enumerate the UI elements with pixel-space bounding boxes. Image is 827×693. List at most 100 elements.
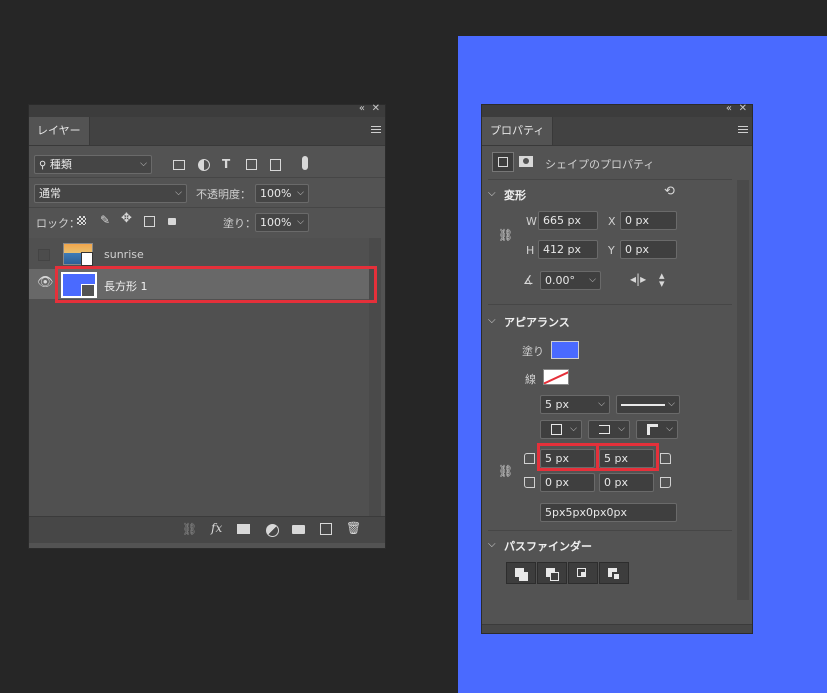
eye-icon[interactable]: 👁 xyxy=(37,276,54,289)
chevron-down-icon: ⌵ xyxy=(618,424,625,434)
tab-bar: レイヤー xyxy=(29,117,385,146)
mask-icon[interactable] xyxy=(237,524,250,534)
subtract-front-button[interactable] xyxy=(537,562,567,584)
corner-bottom-right-value: 0 px xyxy=(604,476,628,489)
link-icon[interactable]: ⛓ xyxy=(182,523,197,535)
filter-kind-select[interactable]: ⚲ 種類 ⌵ xyxy=(34,155,152,174)
stroke-cap-select[interactable]: ⌵ xyxy=(588,420,630,439)
chevron-down-icon[interactable]: ⌵ xyxy=(488,539,496,551)
opacity-label: 不透明度： xyxy=(196,188,251,201)
opacity-value: 100% xyxy=(260,187,292,200)
fill-color-swatch[interactable] xyxy=(551,341,579,359)
filter-pixel-icon[interactable] xyxy=(173,160,185,170)
chevron-down-icon: ⌵ xyxy=(140,159,147,169)
pathfinder-section-title[interactable]: パスファインダー xyxy=(504,538,592,554)
opacity-field[interactable]: 100% ⌵ xyxy=(255,184,309,203)
chevron-down-icon: ⌵ xyxy=(570,424,577,434)
highlight-box xyxy=(537,443,599,471)
fill-label: 塗り xyxy=(522,345,544,358)
panel-resize-grip[interactable] xyxy=(482,624,752,633)
angle-value: 0.00° xyxy=(545,274,575,287)
stroke-color-swatch[interactable] xyxy=(543,369,569,385)
stroke-corner-select[interactable]: ⌵ xyxy=(636,420,678,439)
filter-type-icon[interactable]: T xyxy=(222,158,230,170)
corner-bottom-right-field[interactable]: 0 px xyxy=(599,473,654,492)
mask-properties-icon[interactable] xyxy=(519,156,533,167)
new-layer-icon[interactable] xyxy=(320,523,332,535)
appearance-section-title[interactable]: アピアランス xyxy=(504,314,570,330)
adjustment-layer-icon[interactable] xyxy=(266,524,279,537)
chevron-down-icon[interactable]: ⌵ xyxy=(488,188,496,200)
chevron-down-icon: ⌵ xyxy=(297,217,304,227)
tab-properties[interactable]: プロパティ xyxy=(482,117,554,145)
link-corners-icon[interactable]: ⛓ xyxy=(498,465,513,477)
x-field[interactable]: 0 px xyxy=(620,211,677,230)
fx-icon[interactable]: fx xyxy=(211,522,222,534)
shape-properties-button[interactable] xyxy=(492,152,514,172)
corner-summary-value: 5px5px0px0px xyxy=(545,506,627,519)
tab-layers[interactable]: レイヤー xyxy=(29,117,90,145)
width-field[interactable]: 665 px xyxy=(538,211,598,230)
close-icon[interactable]: ✕ xyxy=(372,103,380,114)
highlight-box xyxy=(596,443,659,471)
lock-all-icon[interactable] xyxy=(168,218,176,225)
stroke-align-select[interactable]: ⌵ xyxy=(540,420,582,439)
x-label: X xyxy=(608,215,616,228)
intersect-shapes-button[interactable] xyxy=(568,562,598,584)
lock-transparent-icon[interactable] xyxy=(77,216,86,225)
panel-menu-icon[interactable] xyxy=(738,126,748,135)
angle-field[interactable]: 0.00° ⌵ xyxy=(540,271,601,290)
layers-panel: « ✕ レイヤー ⚲ 種類 ⌵ T 通常 ⌵ 不透明度： 100% ⌵ ロック：… xyxy=(28,103,386,549)
tab-bar: プロパティ xyxy=(482,117,752,146)
y-field[interactable]: 0 px xyxy=(620,240,677,259)
exclude-overlap-button[interactable] xyxy=(599,562,629,584)
solid-line-icon xyxy=(621,404,665,406)
y-value: 0 px xyxy=(625,243,649,256)
trash-icon[interactable]: 🗑 xyxy=(346,522,361,534)
lock-brush-icon[interactable]: ✎ xyxy=(100,214,110,226)
layers-bottom-toolbar: ⛓ fx 🗑 xyxy=(29,516,385,543)
panel-header-bar: « ✕ xyxy=(29,103,385,117)
corner-bottom-left-field[interactable]: 0 px xyxy=(540,473,595,492)
height-label: H xyxy=(526,244,535,257)
filter-toggle-icon[interactable] xyxy=(302,156,308,170)
width-value: 665 px xyxy=(543,214,581,227)
properties-scrollbar[interactable] xyxy=(737,180,749,600)
chevron-down-icon: ⌵ xyxy=(589,275,596,285)
stroke-type-select[interactable]: ⌵ xyxy=(616,395,680,414)
close-icon[interactable]: ✕ xyxy=(739,103,747,114)
blend-mode-value: 通常 xyxy=(39,187,61,200)
filter-adjustment-icon[interactable] xyxy=(198,159,210,171)
x-value: 0 px xyxy=(625,214,649,227)
filter-smartobject-icon[interactable] xyxy=(270,159,281,171)
collapse-icon[interactable]: « xyxy=(359,103,365,114)
corner-summary-field[interactable]: 5px5px0px0px xyxy=(540,503,677,522)
visibility-toggle[interactable] xyxy=(38,249,50,261)
folder-icon[interactable] xyxy=(292,525,305,534)
blend-mode-select[interactable]: 通常 ⌵ xyxy=(34,184,187,203)
transform-section-title[interactable]: 変形 xyxy=(504,187,526,203)
corner-bottom-right-icon xyxy=(660,477,671,488)
tab-label: レイヤー xyxy=(37,124,81,137)
lock-position-icon[interactable]: ✥ xyxy=(121,212,132,225)
panel-header-bar: « ✕ xyxy=(482,103,752,117)
collapse-icon[interactable]: « xyxy=(726,103,732,114)
fill-opacity-field[interactable]: 100% ⌵ xyxy=(255,213,309,232)
link-dimensions-icon[interactable]: ⛓ xyxy=(498,229,513,241)
flip-horizontal-icon[interactable]: ◂|▸ xyxy=(630,273,646,285)
layer-name: sunrise xyxy=(104,248,144,261)
height-field[interactable]: 412 px xyxy=(538,240,598,259)
panel-menu-icon[interactable] xyxy=(371,126,381,135)
lock-artboard-icon[interactable] xyxy=(144,216,155,227)
chevron-down-icon: ⌵ xyxy=(175,188,182,198)
filter-shape-icon[interactable] xyxy=(246,159,257,170)
chevron-down-icon[interactable]: ⌵ xyxy=(488,315,496,327)
layer-row[interactable]: sunrise xyxy=(29,239,369,269)
y-label: Y xyxy=(608,244,615,257)
flip-vertical-icon[interactable]: ▴ ▾ xyxy=(659,270,665,289)
combine-shapes-button[interactable] xyxy=(506,562,536,584)
angle-icon: ∡ xyxy=(523,273,534,287)
stroke-width-field[interactable]: 5 px ⌵ xyxy=(540,395,610,414)
reset-icon[interactable]: ⟲ xyxy=(664,185,675,198)
corner-top-left-icon xyxy=(524,453,535,464)
